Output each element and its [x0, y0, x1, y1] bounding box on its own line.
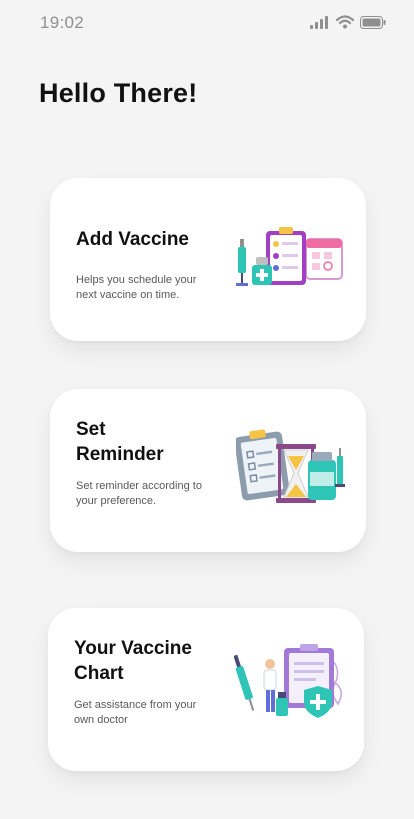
status-bar: 19:02 [0, 0, 414, 44]
card-description: Helps you schedule your next vaccine on … [76, 274, 197, 301]
card-description: Get assistance from your own doctor [74, 699, 197, 726]
wifi-icon [336, 15, 354, 29]
status-time: 19:02 [40, 13, 85, 32]
vaccine-chart-card[interactable]: Your Vaccine Chart Get assistance from y… [48, 608, 364, 771]
add-vaccine-card[interactable]: Add Vaccine Helps you schedule your next… [50, 178, 366, 341]
status-icons [310, 14, 386, 30]
set-reminder-card[interactable]: Set Reminder Set reminder according to y… [50, 389, 366, 552]
doctor-chart-illustration [234, 644, 342, 718]
clipboard-calendar-illustration [236, 227, 343, 286]
card-title: Your Vaccine Chart [74, 638, 192, 684]
signal-icon [310, 15, 328, 29]
greeting-title: Hello There! [39, 78, 198, 108]
battery-icon [360, 15, 386, 29]
card-title: Add Vaccine [76, 229, 189, 250]
hourglass-reminder-illustration [236, 429, 345, 503]
card-description: Set reminder according to your preferenc… [76, 480, 202, 507]
card-title: Set Reminder [76, 419, 164, 465]
